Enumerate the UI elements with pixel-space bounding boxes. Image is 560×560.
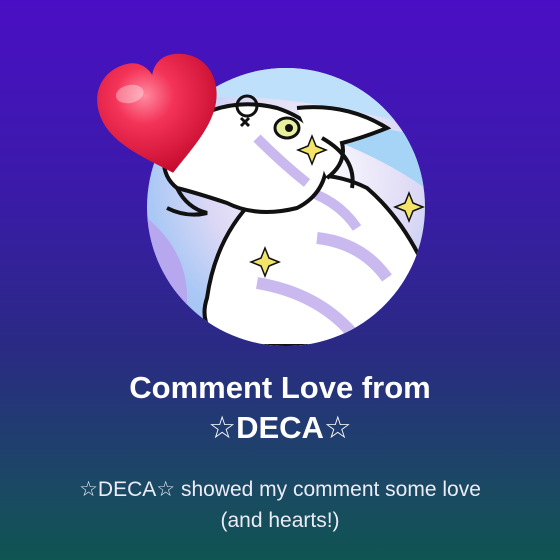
title-line-1: Comment Love from	[129, 370, 431, 405]
notification-title: Comment Love from ☆DECA☆	[0, 368, 560, 448]
comment-love-card[interactable]: Comment Love from ☆DECA☆ ☆DECA☆ showed m…	[0, 0, 560, 560]
title-line-2: ☆DECA☆	[208, 410, 352, 445]
heart-icon	[83, 40, 239, 193]
notification-message: ☆DECA☆ showed my comment some love (and …	[79, 478, 481, 532]
